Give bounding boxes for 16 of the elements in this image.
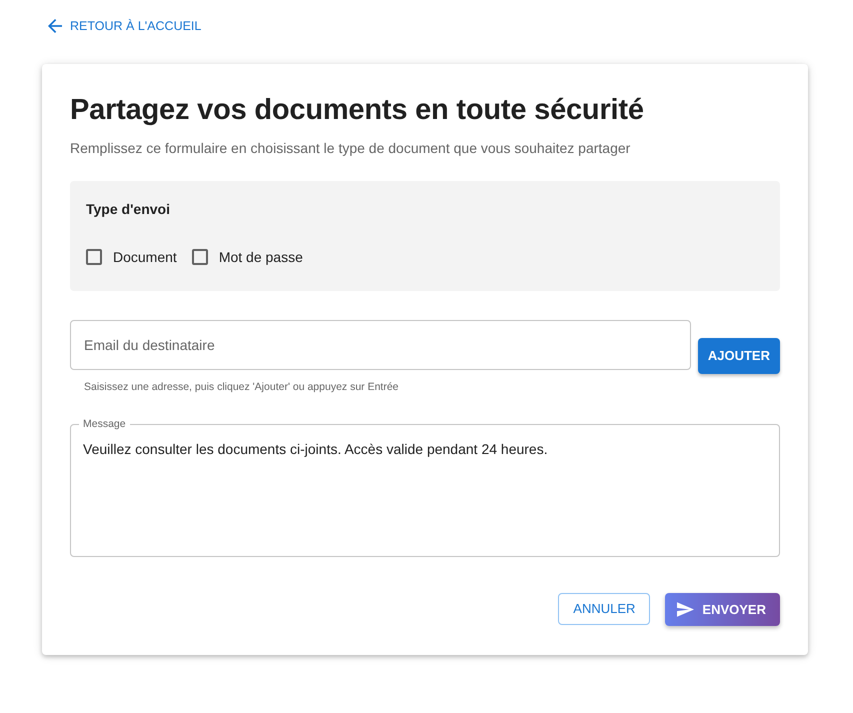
email-field[interactable]: Email du destinataire (70, 320, 691, 370)
section-label: Type d'envoi (86, 200, 170, 219)
checkbox[interactable] (86, 249, 102, 265)
page-subtitle: Remplissez ce formulaire en choisissant le type de document que vous souhaitez partager (70, 139, 632, 158)
checkbox-label: Mot de passe (218, 248, 303, 267)
checkbox[interactable] (192, 249, 208, 265)
field-label: Message (79, 417, 130, 431)
arrow-left-icon (48, 19, 62, 33)
add-button[interactable]: AJOUTER (698, 338, 780, 374)
cancel-button[interactable]: ANNULER (558, 593, 650, 625)
send-button[interactable]: ENVOYER (665, 593, 780, 626)
helper-text: Saisissez une adresse, puis cliquez 'Ajouter' ou appuyez sur Entrée (84, 380, 399, 394)
page-title: Partagez vos documents en toute sécurité (70, 93, 645, 127)
checkbox-label: Document (113, 248, 177, 266)
send-icon (677, 602, 694, 617)
back-link[interactable]: RETOUR À L'ACCUEIL (42, 16, 202, 36)
